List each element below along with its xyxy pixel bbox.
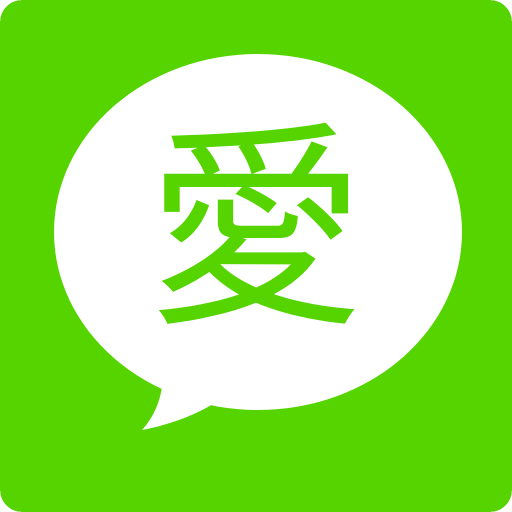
app-icon[interactable]: 愛 [0, 0, 512, 512]
love-character: 愛 [147, 105, 365, 358]
